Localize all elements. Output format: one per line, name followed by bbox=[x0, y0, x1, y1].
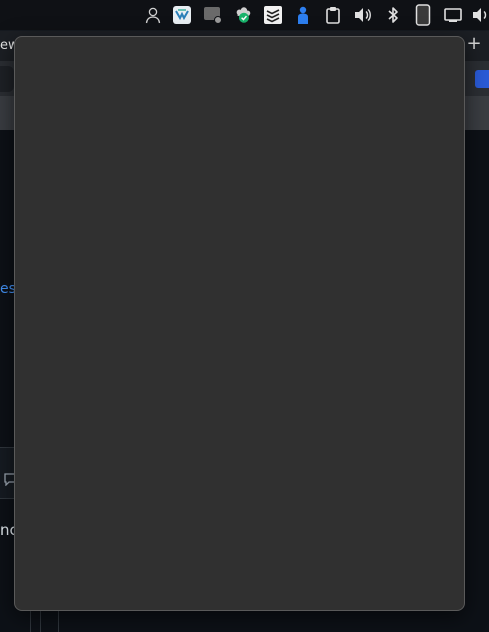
person-status-icon[interactable] bbox=[293, 5, 313, 25]
clipboard-icon[interactable] bbox=[323, 5, 343, 25]
divider bbox=[40, 610, 41, 632]
tray-popup-panel[interactable] bbox=[14, 36, 465, 611]
divider bbox=[30, 610, 31, 632]
vpn-shield-icon[interactable] bbox=[172, 5, 192, 25]
system-tray-bar bbox=[0, 0, 489, 31]
user-account-icon[interactable] bbox=[143, 5, 163, 25]
phone-icon[interactable] bbox=[412, 4, 434, 26]
cloud-sync-check-icon[interactable] bbox=[233, 5, 253, 25]
new-tab-button[interactable]: + bbox=[465, 35, 483, 53]
volume-icon[interactable] bbox=[353, 5, 373, 25]
divider bbox=[58, 610, 59, 632]
desktop-screen: ew + es nc bbox=[0, 0, 489, 632]
volume-icon-2[interactable] bbox=[471, 5, 489, 25]
display-icon[interactable] bbox=[203, 5, 223, 25]
bluetooth-icon[interactable] bbox=[383, 5, 403, 25]
extension-icon[interactable] bbox=[475, 70, 489, 88]
todoist-icon[interactable] bbox=[263, 5, 283, 25]
screen-cast-icon[interactable] bbox=[443, 5, 463, 25]
address-field[interactable] bbox=[0, 66, 14, 92]
